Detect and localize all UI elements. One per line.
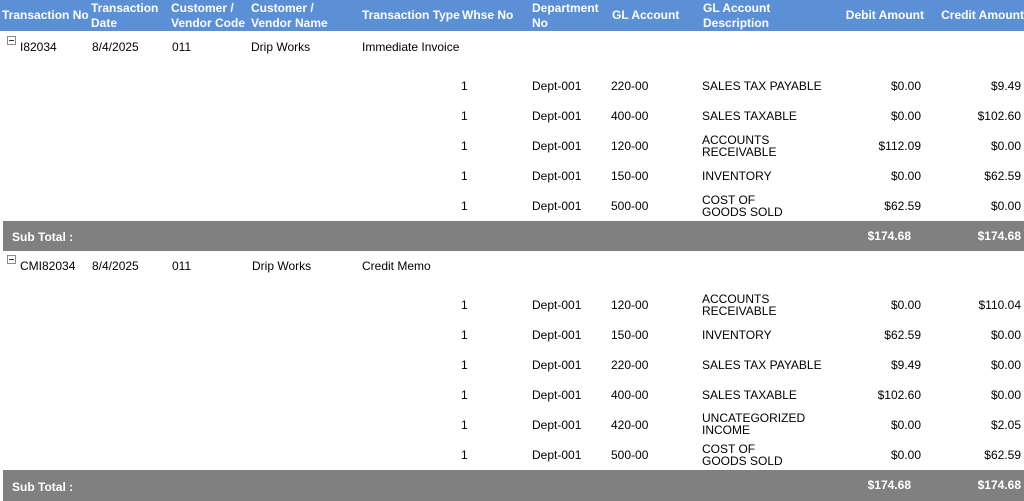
department-no: Dept-001	[532, 169, 582, 183]
debit-amount: $0.00	[890, 448, 921, 462]
gl-account: 220-00	[611, 79, 649, 93]
credit-amount: $0.00	[990, 199, 1021, 213]
gl-account: 500-00	[611, 448, 649, 462]
debit-amount: $0.00	[890, 169, 921, 183]
debit-amount: $9.49	[890, 358, 921, 372]
subtotal-credit: $174.68	[977, 478, 1021, 492]
transaction-type: Credit Memo	[362, 259, 431, 273]
debit-amount: $62.59	[884, 199, 921, 213]
gl-account: 420-00	[611, 418, 649, 432]
debit-amount: $102.60	[877, 388, 921, 402]
gl-description: UNCATEGORIZED INCOME	[702, 411, 806, 437]
transaction-date: 8/4/2025	[92, 259, 139, 273]
transaction-no[interactable]: I82034	[20, 40, 57, 54]
department-no: Dept-001	[532, 358, 582, 372]
credit-amount: $62.59	[984, 448, 1021, 462]
debit-amount: $0.00	[890, 79, 921, 93]
whse-no: 1	[461, 358, 468, 372]
gl-account: 400-00	[611, 109, 649, 123]
department-no: Dept-001	[532, 298, 582, 312]
department-no: Dept-001	[532, 328, 582, 342]
whse-no: 1	[461, 448, 468, 462]
credit-amount: $110.04	[978, 298, 1022, 312]
gl-account: 220-00	[611, 358, 649, 372]
department-no: Dept-001	[532, 418, 582, 432]
col-header-transaction-no[interactable]: Transaction No	[2, 0, 90, 31]
gl-description: SALES TAXABLE	[702, 388, 797, 402]
customer-code: 011	[172, 40, 192, 54]
subtotal-debit: $174.68	[867, 229, 911, 243]
credit-amount: $102.60	[977, 109, 1021, 123]
department-no: Dept-001	[532, 199, 582, 213]
customer-code: 011	[172, 259, 192, 273]
gl-description: SALES TAXABLE	[702, 109, 797, 123]
gl-account: 120-00	[611, 139, 649, 153]
whse-no: 1	[461, 418, 468, 432]
col-header-gl-description[interactable]: GL Account Description	[703, 0, 803, 31]
whse-no: 1	[461, 199, 468, 213]
transaction-date: 8/4/2025	[92, 40, 139, 54]
department-no: Dept-001	[532, 448, 582, 462]
debit-amount: $0.00	[890, 109, 921, 123]
col-header-credit[interactable]: Credit Amount	[935, 0, 1024, 31]
transaction-type: Immediate Invoice	[362, 40, 460, 54]
credit-amount: $0.00	[990, 388, 1021, 402]
whse-no: 1	[461, 109, 468, 123]
gl-account: 150-00	[611, 169, 649, 183]
whse-no: 1	[461, 169, 468, 183]
debit-amount: $0.00	[890, 418, 921, 432]
gl-account: 150-00	[611, 328, 649, 342]
department-no: Dept-001	[532, 139, 582, 153]
col-header-customer-name[interactable]: Customer / Vendor Name	[251, 0, 341, 31]
gl-description: INVENTORY	[702, 169, 772, 183]
collapse-toggle-icon[interactable]	[7, 255, 16, 264]
gl-description: ACCOUNTS RECEIVABLE	[702, 292, 777, 318]
subtotal-row: Sub Total : $174.68 $174.68	[3, 221, 1024, 251]
gl-description: ACCOUNTS RECEIVABLE	[702, 133, 777, 159]
whse-no: 1	[461, 139, 468, 153]
gl-description: SALES TAX PAYABLE	[702, 358, 822, 372]
department-no: Dept-001	[532, 109, 582, 123]
col-header-debit[interactable]: Debit Amount	[832, 0, 924, 31]
gl-description: COST OF GOODS SOLD	[702, 442, 783, 468]
credit-amount: $0.00	[990, 139, 1021, 153]
gl-account: 400-00	[611, 388, 649, 402]
gl-description: COST OF GOODS SOLD	[702, 193, 783, 219]
subtotal-label: Sub Total :	[12, 480, 74, 494]
customer-name: Drip Works	[252, 259, 312, 273]
whse-no: 1	[461, 79, 468, 93]
gl-description: INVENTORY	[702, 328, 772, 342]
whse-no: 1	[461, 388, 468, 402]
col-header-transaction-type[interactable]: Transaction Type	[362, 0, 462, 31]
collapse-toggle-icon[interactable]	[7, 36, 16, 45]
department-no: Dept-001	[532, 79, 582, 93]
gl-account: 500-00	[611, 199, 649, 213]
gl-description: SALES TAX PAYABLE	[702, 79, 822, 93]
customer-name: Drip Works	[251, 40, 311, 54]
credit-amount: $2.05	[990, 418, 1021, 432]
debit-amount: $0.00	[890, 298, 921, 312]
subtotal-debit: $174.68	[867, 478, 911, 492]
credit-amount: $0.00	[990, 358, 1021, 372]
col-header-gl-account[interactable]: GL Account	[612, 0, 692, 31]
subtotal-label: Sub Total :	[12, 230, 74, 244]
transaction-no[interactable]: CMI82034	[20, 259, 75, 273]
department-no: Dept-001	[532, 388, 582, 402]
col-header-transaction-date[interactable]: Transaction Date	[91, 0, 167, 31]
credit-amount: $9.49	[990, 79, 1021, 93]
subtotal-credit: $174.68	[977, 229, 1021, 243]
gl-account: 120-00	[611, 298, 649, 312]
debit-amount: $112.09	[878, 139, 922, 153]
subtotal-row: Sub Total : $174.68 $174.68	[3, 470, 1024, 501]
whse-no: 1	[461, 328, 468, 342]
table-header: Transaction No Transaction Date Customer…	[0, 0, 1024, 31]
credit-amount: $0.00	[990, 328, 1021, 342]
col-header-whse-no[interactable]: Whse No	[462, 0, 527, 31]
col-header-department-no[interactable]: Department No	[532, 0, 612, 31]
debit-amount: $62.59	[884, 328, 921, 342]
whse-no: 1	[461, 298, 468, 312]
credit-amount: $62.59	[984, 169, 1021, 183]
col-header-customer-code[interactable]: Customer / Vendor Code	[171, 0, 251, 31]
